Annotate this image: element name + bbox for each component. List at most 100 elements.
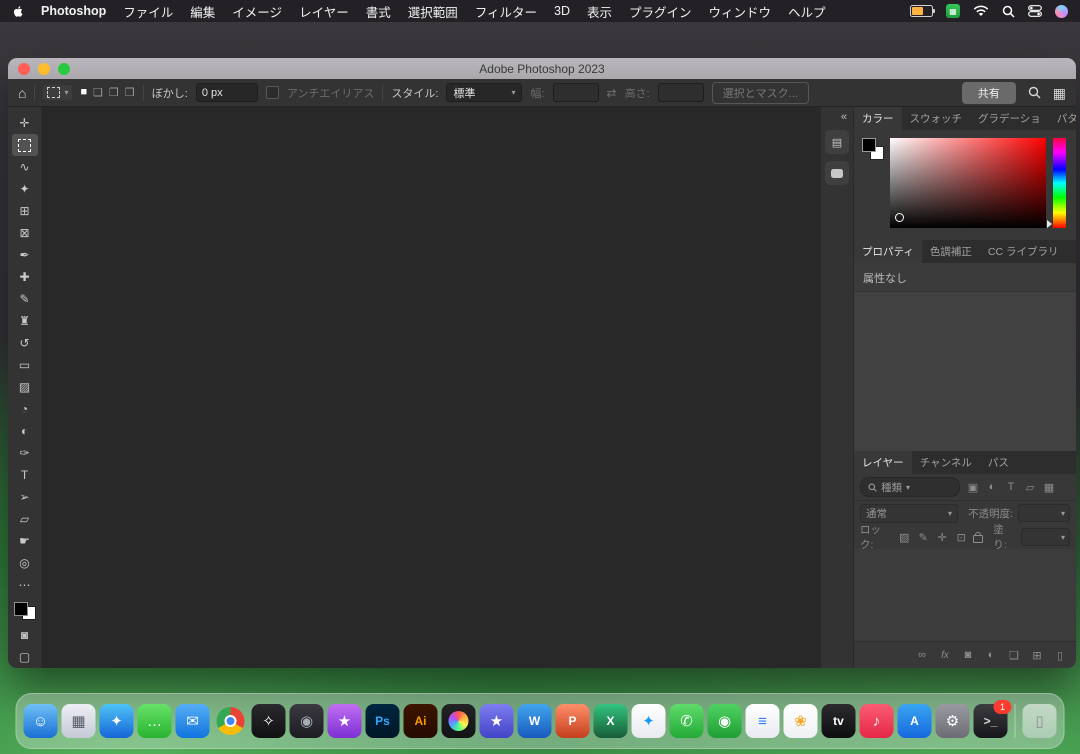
quick-mask-button[interactable]: ◙: [12, 624, 38, 646]
dock-app-purple-star[interactable]: ★: [480, 704, 514, 738]
share-button[interactable]: 共有: [962, 82, 1016, 104]
tab-swatches[interactable]: スウォッチ: [902, 107, 971, 130]
green-app-status-icon[interactable]: ▦: [946, 4, 960, 18]
lock-image-pixels-icon[interactable]: ✎: [916, 531, 930, 544]
tab-channels[interactable]: チャンネル: [912, 451, 980, 474]
brush-tool[interactable]: ✎: [12, 288, 38, 310]
dock-trash[interactable]: ▯: [1023, 704, 1057, 738]
antialias-checkbox[interactable]: [266, 86, 279, 99]
spot-healing-brush-tool[interactable]: ✚: [12, 266, 38, 288]
select-and-mask-button[interactable]: 選択とマスク...: [712, 82, 809, 104]
dock-app-green-camera[interactable]: ◉: [708, 704, 742, 738]
menu-help[interactable]: ヘルプ: [788, 2, 826, 21]
eyedropper-tool[interactable]: ✒: [12, 244, 38, 266]
minimize-button[interactable]: [38, 63, 50, 75]
dodge-tool[interactable]: ◐: [12, 420, 38, 442]
crop-tool[interactable]: ⊞: [12, 200, 38, 222]
pen-tool[interactable]: ✑: [12, 442, 38, 464]
dock-app-store[interactable]: A: [898, 704, 932, 738]
dock-music[interactable]: ♪: [860, 704, 894, 738]
menu-view[interactable]: 表示: [587, 2, 612, 21]
dock-finder[interactable]: ☺: [24, 704, 58, 738]
menu-plugins[interactable]: プラグイン: [629, 2, 692, 21]
dock-excel[interactable]: X: [594, 704, 628, 738]
dock-photos[interactable]: ❀: [784, 704, 818, 738]
dock-powerpoint[interactable]: P: [556, 704, 590, 738]
tool-preset-picker[interactable]: ▾: [43, 85, 72, 100]
dock-mail[interactable]: ✉: [176, 704, 210, 738]
filter-smart-objects-icon[interactable]: ▦: [1042, 481, 1056, 494]
foreground-color-swatch[interactable]: [862, 138, 876, 152]
dock-keynote[interactable]: ✦: [632, 704, 666, 738]
eraser-tool[interactable]: ▭: [12, 354, 38, 376]
filter-pixel-layers-icon[interactable]: ▣: [966, 481, 980, 494]
lock-all-icon[interactable]: [973, 535, 983, 543]
wifi-icon[interactable]: [973, 5, 989, 17]
dock-app-white-list[interactable]: ≡: [746, 704, 780, 738]
dock-messages[interactable]: …: [138, 704, 172, 738]
dock-imovie[interactable]: ★: [328, 704, 362, 738]
add-to-selection-button[interactable]: ❏: [93, 86, 103, 99]
close-button[interactable]: [18, 63, 30, 75]
hue-slider[interactable]: [1053, 138, 1066, 228]
blur-tool[interactable]: ◔: [12, 398, 38, 420]
dock-app-dark-2[interactable]: ◉: [290, 704, 324, 738]
menu-type[interactable]: 書式: [366, 2, 391, 21]
lock-position-icon[interactable]: ✛: [935, 531, 949, 544]
home-icon[interactable]: ⌂: [18, 86, 26, 100]
tab-patterns[interactable]: パターン: [1049, 107, 1076, 130]
filter-type-layers-icon[interactable]: T: [1004, 481, 1018, 493]
expand-panels-button[interactable]: «: [841, 111, 847, 123]
menu-edit[interactable]: 編集: [190, 2, 215, 21]
fill-input[interactable]: ▾: [1021, 528, 1070, 546]
zoom-tool[interactable]: ◎: [12, 552, 38, 574]
lasso-tool[interactable]: ∿: [12, 156, 38, 178]
intersect-selection-button[interactable]: ❒: [125, 86, 135, 99]
dock-illustrator[interactable]: Ai: [404, 704, 438, 738]
path-selection-tool[interactable]: ➢: [12, 486, 38, 508]
subtract-from-selection-button[interactable]: ❐: [109, 86, 119, 99]
menu-image[interactable]: イメージ: [232, 2, 282, 21]
history-brush-tool[interactable]: ↺: [12, 332, 38, 354]
color-cursor[interactable]: [895, 213, 904, 222]
screen-mode-button[interactable]: ▢: [12, 646, 38, 668]
type-tool[interactable]: T: [12, 464, 38, 486]
dock-safari[interactable]: ✦: [100, 704, 134, 738]
new-layer-icon[interactable]: ⊞: [1030, 649, 1044, 662]
menu-layer[interactable]: レイヤー: [299, 2, 349, 21]
saturation-brightness-field[interactable]: [890, 138, 1046, 228]
edit-toolbar[interactable]: ⋯: [12, 574, 38, 596]
tab-cc-libraries[interactable]: CC ライブラリ: [980, 240, 1067, 263]
tab-paths[interactable]: パス: [980, 451, 1017, 474]
clone-stamp-tool[interactable]: ♜: [12, 310, 38, 332]
gradient-tool[interactable]: ▨: [12, 376, 38, 398]
dock-apple-tv[interactable]: tv: [822, 704, 856, 738]
menu-file[interactable]: ファイル: [123, 2, 173, 21]
tab-gradients[interactable]: グラデーショ: [970, 107, 1049, 130]
move-tool[interactable]: ✛: [12, 112, 38, 134]
new-selection-button[interactable]: ■: [80, 86, 87, 99]
swap-dimensions-icon[interactable]: ⇄: [607, 86, 617, 100]
layer-mask-icon[interactable]: ◙: [961, 649, 975, 661]
menu-filter[interactable]: フィルター: [475, 2, 537, 21]
menu-photoshop[interactable]: Photoshop: [41, 4, 106, 18]
foreground-background-colors[interactable]: [14, 602, 36, 620]
layer-effects-icon[interactable]: fx: [938, 650, 952, 661]
search-icon[interactable]: [1028, 86, 1041, 99]
canvas-workspace[interactable]: [42, 107, 820, 668]
dock-final-cut-pro[interactable]: [442, 704, 476, 738]
filter-adjustment-layers-icon[interactable]: ◐: [985, 481, 999, 493]
width-input[interactable]: [553, 83, 599, 102]
dock-word[interactable]: W: [518, 704, 552, 738]
blend-mode-select[interactable]: 通常 ▾: [860, 504, 958, 523]
delete-layer-icon[interactable]: ▯: [1053, 649, 1067, 662]
apple-menu[interactable]: [12, 4, 25, 19]
tab-color[interactable]: カラー: [854, 107, 902, 130]
tab-properties[interactable]: プロパティ: [854, 240, 922, 263]
menu-3d[interactable]: 3D: [554, 4, 570, 18]
layer-filter-select[interactable]: 種類 ▾: [860, 477, 960, 497]
dock-chrome[interactable]: [214, 704, 248, 738]
zoom-button[interactable]: [58, 63, 70, 75]
spotlight-search-icon[interactable]: [1002, 5, 1015, 18]
menu-select[interactable]: 選択範囲: [408, 2, 458, 21]
